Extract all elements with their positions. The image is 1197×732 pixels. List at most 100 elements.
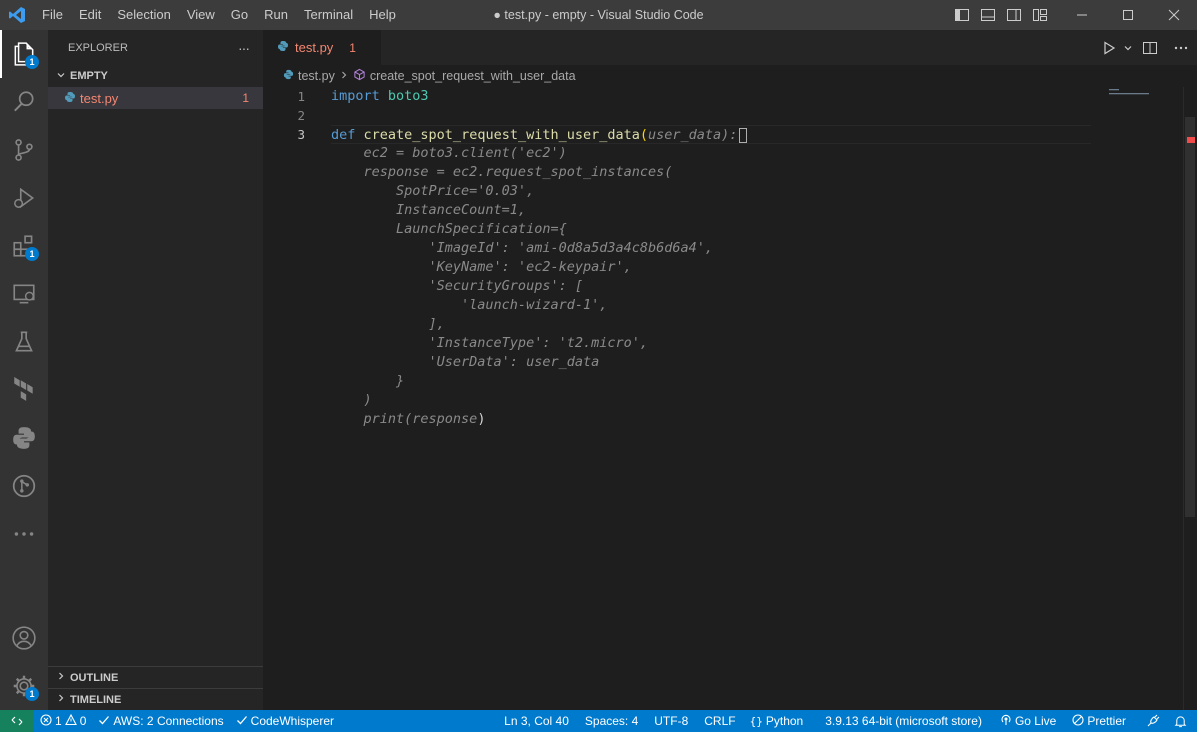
explorer-badge: 1	[25, 55, 39, 69]
function-name-token: create_spot_request_with_user_data	[363, 127, 640, 143]
explorer-more-button[interactable]: ···	[238, 40, 250, 56]
menu-go[interactable]: Go	[223, 0, 256, 30]
prettier-disabled-icon	[1072, 713, 1084, 729]
manage-gear-icon[interactable]: 1	[0, 662, 48, 710]
explorer-header: EXPLORER ···	[48, 30, 263, 65]
vscode-logo-icon	[0, 0, 34, 30]
menu-view[interactable]: View	[179, 0, 223, 30]
terraform-icon[interactable]	[0, 366, 48, 414]
account-icon[interactable]	[0, 614, 48, 662]
problems-indicator[interactable]: 1 0	[34, 710, 92, 732]
breadcrumb-symbol[interactable]: create_spot_request_with_user_data	[370, 69, 576, 83]
explorer-icon[interactable]: 1	[0, 30, 48, 78]
tab-test-py[interactable]: test.py 1	[263, 30, 381, 65]
run-dropdown-chevron-icon[interactable]	[1121, 30, 1135, 65]
vertical-scrollbar[interactable]	[1183, 87, 1197, 710]
file-item-test-py[interactable]: test.py 1	[48, 87, 263, 109]
search-icon[interactable]	[0, 78, 48, 126]
more-actions-icon[interactable]	[1165, 30, 1197, 65]
keyword-token: import	[331, 88, 380, 104]
feedback-icon[interactable]	[1140, 710, 1166, 732]
language-label: Python	[765, 714, 804, 728]
indentation[interactable]: Spaces: 4	[579, 710, 644, 732]
split-editor-icon[interactable]	[1135, 30, 1165, 65]
menu-selection[interactable]: Selection	[109, 0, 178, 30]
go-live-label: Go Live	[1014, 714, 1057, 728]
minimap[interactable]	[1103, 87, 1183, 127]
suggestion-line-last: print(response)	[331, 410, 1091, 429]
source-control-icon[interactable]	[0, 126, 48, 174]
toggle-sidebar-icon[interactable]	[949, 0, 975, 30]
paren-token: (	[639, 127, 649, 143]
line-number-gutter: 1 2 3	[263, 87, 311, 144]
run-debug-icon[interactable]	[0, 174, 48, 222]
code-line-current: def create_spot_request_with_user_data(u…	[331, 125, 1091, 144]
breadcrumb-file[interactable]: test.py	[298, 69, 335, 83]
menu-help[interactable]: Help	[361, 0, 404, 30]
file-problem-count: 1	[242, 91, 249, 105]
cursor-position[interactable]: Ln 3, Col 40	[498, 710, 575, 732]
menu-terminal[interactable]: Terminal	[296, 0, 361, 30]
notifications-bell-icon[interactable]	[1168, 710, 1193, 732]
menu-edit[interactable]: Edit	[71, 0, 109, 30]
scrollbar-thumb[interactable]	[1185, 117, 1195, 517]
end-of-line[interactable]: CRLF	[698, 710, 741, 732]
git-graph-icon[interactable]	[0, 462, 48, 510]
line-number: 3	[297, 127, 305, 142]
timeline-section[interactable]: TIMELINE	[48, 688, 263, 710]
python-icon[interactable]	[0, 414, 48, 462]
inline-suggestion: user_data):	[648, 127, 738, 143]
check-icon	[236, 714, 248, 729]
close-paren-token: )	[477, 411, 486, 427]
minimize-icon[interactable]	[1059, 0, 1105, 30]
menu-run[interactable]: Run	[256, 0, 296, 30]
codewhisperer-status[interactable]: CodeWhisperer	[230, 710, 340, 732]
chevron-down-icon	[54, 70, 68, 83]
code-editor[interactable]: 1 2 3 import boto3 def create_spot_reque…	[263, 87, 1197, 710]
broadcast-icon	[1000, 714, 1012, 729]
tab-bar: test.py 1	[263, 30, 1197, 65]
suggestion-line: SpotPrice='0.03',	[331, 183, 535, 199]
prettier-label: Prettier	[1087, 714, 1126, 728]
suggestion-line: 'ImageId': 'ami-0d8a5d3a4c8b6d6a4',	[331, 240, 714, 256]
check-icon	[98, 714, 110, 729]
suggestion-line: response = ec2.request_spot_instances(	[331, 164, 673, 180]
python-interpreter[interactable]: 3.9.13 64-bit (microsoft store)	[819, 710, 988, 732]
code-line: import boto3	[331, 87, 1091, 106]
chevron-right-icon	[54, 693, 68, 706]
toggle-secondary-sidebar-icon[interactable]	[1001, 0, 1027, 30]
suggestion-line: 'KeyName': 'ec2-keypair',	[331, 259, 632, 275]
aws-label: AWS: 2 Connections	[113, 714, 224, 728]
chevron-right-icon	[54, 671, 68, 684]
suggestion-text: print(response	[331, 411, 478, 427]
tab-problem-count: 1	[349, 40, 356, 55]
customize-layout-icon[interactable]	[1027, 0, 1053, 30]
outline-section[interactable]: OUTLINE	[48, 666, 263, 688]
encoding[interactable]: UTF-8	[648, 710, 694, 732]
error-marker	[1187, 137, 1195, 143]
python-file-icon	[277, 40, 289, 55]
remote-indicator-icon[interactable]	[0, 710, 34, 732]
code-lines: import boto3 def create_spot_request_wit…	[331, 87, 1091, 429]
module-token: boto3	[387, 88, 429, 104]
suggestion-line: ec2 = boto3.client('ec2')	[331, 145, 567, 161]
suggestion-line: LaunchSpecification={	[331, 221, 567, 237]
close-icon[interactable]	[1151, 0, 1197, 30]
remote-explorer-icon[interactable]	[0, 270, 48, 318]
testing-icon[interactable]	[0, 318, 48, 366]
run-python-file-icon[interactable]	[1097, 30, 1121, 65]
menu-file[interactable]: File	[34, 0, 71, 30]
go-live-button[interactable]: Go Live	[994, 710, 1062, 732]
aws-connections[interactable]: AWS: 2 Connections	[92, 710, 229, 732]
prettier-status[interactable]: Prettier	[1066, 710, 1132, 732]
language-mode[interactable]: {} Python	[744, 710, 810, 732]
toggle-panel-icon[interactable]	[975, 0, 1001, 30]
folder-name: EMPTY	[70, 70, 108, 82]
title-bar: File Edit Selection View Go Run Terminal…	[0, 0, 1197, 30]
folder-section-header[interactable]: EMPTY	[48, 65, 263, 87]
warning-icon	[64, 713, 77, 729]
extensions-icon[interactable]: 1	[0, 222, 48, 270]
more-views-icon[interactable]	[0, 510, 48, 558]
suggestion-line: InstanceCount=1,	[331, 202, 527, 218]
maximize-icon[interactable]	[1105, 0, 1151, 30]
